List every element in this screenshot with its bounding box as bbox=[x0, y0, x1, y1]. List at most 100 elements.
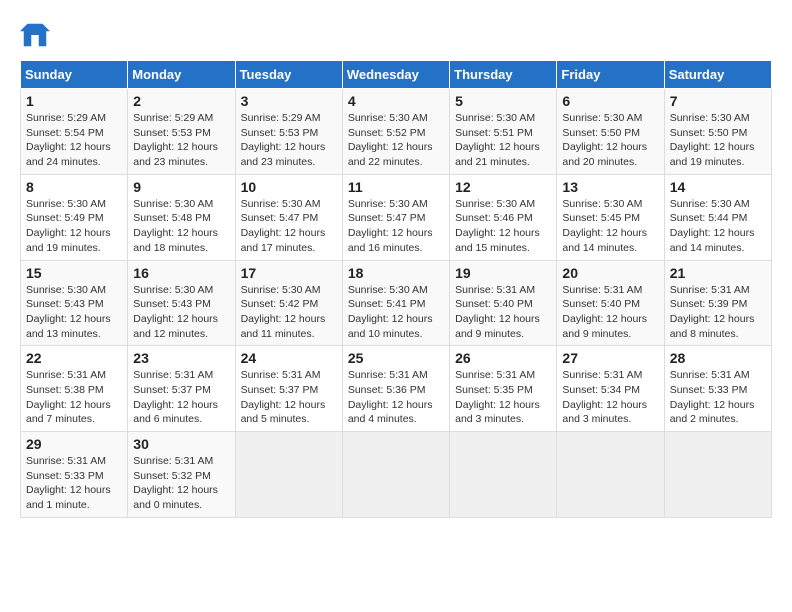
day-info: Sunrise: 5:30 AM Sunset: 5:51 PM Dayligh… bbox=[455, 111, 551, 170]
day-number: 17 bbox=[241, 265, 337, 281]
day-number: 19 bbox=[455, 265, 551, 281]
day-info: Sunrise: 5:31 AM Sunset: 5:37 PM Dayligh… bbox=[241, 368, 337, 427]
calendar-day-cell: 25 Sunrise: 5:31 AM Sunset: 5:36 PM Dayli… bbox=[342, 346, 449, 432]
weekday-header-cell: Wednesday bbox=[342, 61, 449, 89]
calendar-day-cell: 17 Sunrise: 5:30 AM Sunset: 5:42 PM Dayli… bbox=[235, 260, 342, 346]
calendar-day-cell: 28 Sunrise: 5:31 AM Sunset: 5:33 PM Dayli… bbox=[664, 346, 771, 432]
calendar-day-cell: 16 Sunrise: 5:30 AM Sunset: 5:43 PM Dayli… bbox=[128, 260, 235, 346]
calendar-day-cell: 3 Sunrise: 5:29 AM Sunset: 5:53 PM Daylig… bbox=[235, 89, 342, 175]
calendar-day-cell: 26 Sunrise: 5:31 AM Sunset: 5:35 PM Dayli… bbox=[450, 346, 557, 432]
calendar-day-cell: 21 Sunrise: 5:31 AM Sunset: 5:39 PM Dayli… bbox=[664, 260, 771, 346]
calendar-table: SundayMondayTuesdayWednesdayThursdayFrid… bbox=[20, 60, 772, 518]
calendar-day-cell: 4 Sunrise: 5:30 AM Sunset: 5:52 PM Daylig… bbox=[342, 89, 449, 175]
day-info: Sunrise: 5:31 AM Sunset: 5:36 PM Dayligh… bbox=[348, 368, 444, 427]
weekday-header-cell: Sunday bbox=[21, 61, 128, 89]
day-number: 30 bbox=[133, 436, 229, 452]
day-info: Sunrise: 5:31 AM Sunset: 5:37 PM Dayligh… bbox=[133, 368, 229, 427]
calendar-day-cell: 27 Sunrise: 5:31 AM Sunset: 5:34 PM Dayli… bbox=[557, 346, 664, 432]
day-info: Sunrise: 5:31 AM Sunset: 5:34 PM Dayligh… bbox=[562, 368, 658, 427]
day-number: 23 bbox=[133, 350, 229, 366]
calendar-day-cell bbox=[450, 432, 557, 518]
calendar-day-cell: 11 Sunrise: 5:30 AM Sunset: 5:47 PM Dayli… bbox=[342, 174, 449, 260]
day-info: Sunrise: 5:30 AM Sunset: 5:43 PM Dayligh… bbox=[26, 283, 122, 342]
day-number: 14 bbox=[670, 179, 766, 195]
day-info: Sunrise: 5:30 AM Sunset: 5:41 PM Dayligh… bbox=[348, 283, 444, 342]
day-info: Sunrise: 5:30 AM Sunset: 5:42 PM Dayligh… bbox=[241, 283, 337, 342]
day-number: 3 bbox=[241, 93, 337, 109]
day-number: 11 bbox=[348, 179, 444, 195]
calendar-week-row: 22 Sunrise: 5:31 AM Sunset: 5:38 PM Dayli… bbox=[21, 346, 772, 432]
calendar-day-cell: 8 Sunrise: 5:30 AM Sunset: 5:49 PM Daylig… bbox=[21, 174, 128, 260]
calendar-day-cell: 24 Sunrise: 5:31 AM Sunset: 5:37 PM Dayli… bbox=[235, 346, 342, 432]
day-info: Sunrise: 5:31 AM Sunset: 5:40 PM Dayligh… bbox=[455, 283, 551, 342]
day-number: 22 bbox=[26, 350, 122, 366]
day-info: Sunrise: 5:31 AM Sunset: 5:38 PM Dayligh… bbox=[26, 368, 122, 427]
logo-icon bbox=[20, 20, 50, 50]
day-number: 16 bbox=[133, 265, 229, 281]
weekday-header-cell: Thursday bbox=[450, 61, 557, 89]
day-number: 29 bbox=[26, 436, 122, 452]
day-info: Sunrise: 5:31 AM Sunset: 5:32 PM Dayligh… bbox=[133, 454, 229, 513]
calendar-day-cell: 13 Sunrise: 5:30 AM Sunset: 5:45 PM Dayli… bbox=[557, 174, 664, 260]
calendar-day-cell: 5 Sunrise: 5:30 AM Sunset: 5:51 PM Daylig… bbox=[450, 89, 557, 175]
day-number: 27 bbox=[562, 350, 658, 366]
day-number: 24 bbox=[241, 350, 337, 366]
calendar-day-cell bbox=[342, 432, 449, 518]
day-info: Sunrise: 5:31 AM Sunset: 5:39 PM Dayligh… bbox=[670, 283, 766, 342]
weekday-header-cell: Friday bbox=[557, 61, 664, 89]
day-info: Sunrise: 5:30 AM Sunset: 5:50 PM Dayligh… bbox=[670, 111, 766, 170]
calendar-day-cell: 23 Sunrise: 5:31 AM Sunset: 5:37 PM Dayli… bbox=[128, 346, 235, 432]
day-info: Sunrise: 5:30 AM Sunset: 5:46 PM Dayligh… bbox=[455, 197, 551, 256]
day-number: 13 bbox=[562, 179, 658, 195]
day-number: 26 bbox=[455, 350, 551, 366]
calendar-day-cell: 14 Sunrise: 5:30 AM Sunset: 5:44 PM Dayli… bbox=[664, 174, 771, 260]
day-number: 21 bbox=[670, 265, 766, 281]
day-number: 5 bbox=[455, 93, 551, 109]
day-number: 28 bbox=[670, 350, 766, 366]
calendar-day-cell: 15 Sunrise: 5:30 AM Sunset: 5:43 PM Dayli… bbox=[21, 260, 128, 346]
calendar-day-cell: 20 Sunrise: 5:31 AM Sunset: 5:40 PM Dayli… bbox=[557, 260, 664, 346]
logo bbox=[20, 20, 54, 50]
day-info: Sunrise: 5:30 AM Sunset: 5:47 PM Dayligh… bbox=[348, 197, 444, 256]
day-info: Sunrise: 5:29 AM Sunset: 5:53 PM Dayligh… bbox=[241, 111, 337, 170]
day-info: Sunrise: 5:30 AM Sunset: 5:47 PM Dayligh… bbox=[241, 197, 337, 256]
weekday-header-cell: Tuesday bbox=[235, 61, 342, 89]
weekday-header-row: SundayMondayTuesdayWednesdayThursdayFrid… bbox=[21, 61, 772, 89]
day-info: Sunrise: 5:30 AM Sunset: 5:48 PM Dayligh… bbox=[133, 197, 229, 256]
day-number: 20 bbox=[562, 265, 658, 281]
day-info: Sunrise: 5:31 AM Sunset: 5:33 PM Dayligh… bbox=[670, 368, 766, 427]
day-info: Sunrise: 5:31 AM Sunset: 5:33 PM Dayligh… bbox=[26, 454, 122, 513]
weekday-header-cell: Monday bbox=[128, 61, 235, 89]
calendar-day-cell: 29 Sunrise: 5:31 AM Sunset: 5:33 PM Dayli… bbox=[21, 432, 128, 518]
day-info: Sunrise: 5:30 AM Sunset: 5:43 PM Dayligh… bbox=[133, 283, 229, 342]
calendar-day-cell: 6 Sunrise: 5:30 AM Sunset: 5:50 PM Daylig… bbox=[557, 89, 664, 175]
calendar-day-cell bbox=[235, 432, 342, 518]
page-header bbox=[20, 20, 772, 50]
day-info: Sunrise: 5:31 AM Sunset: 5:35 PM Dayligh… bbox=[455, 368, 551, 427]
day-info: Sunrise: 5:30 AM Sunset: 5:49 PM Dayligh… bbox=[26, 197, 122, 256]
day-number: 15 bbox=[26, 265, 122, 281]
day-info: Sunrise: 5:31 AM Sunset: 5:40 PM Dayligh… bbox=[562, 283, 658, 342]
calendar-day-cell: 30 Sunrise: 5:31 AM Sunset: 5:32 PM Dayli… bbox=[128, 432, 235, 518]
calendar-week-row: 15 Sunrise: 5:30 AM Sunset: 5:43 PM Dayli… bbox=[21, 260, 772, 346]
day-info: Sunrise: 5:30 AM Sunset: 5:45 PM Dayligh… bbox=[562, 197, 658, 256]
calendar-day-cell bbox=[664, 432, 771, 518]
day-info: Sunrise: 5:30 AM Sunset: 5:52 PM Dayligh… bbox=[348, 111, 444, 170]
calendar-day-cell bbox=[557, 432, 664, 518]
day-number: 4 bbox=[348, 93, 444, 109]
day-info: Sunrise: 5:29 AM Sunset: 5:53 PM Dayligh… bbox=[133, 111, 229, 170]
day-number: 18 bbox=[348, 265, 444, 281]
calendar-week-row: 29 Sunrise: 5:31 AM Sunset: 5:33 PM Dayli… bbox=[21, 432, 772, 518]
day-number: 9 bbox=[133, 179, 229, 195]
day-info: Sunrise: 5:30 AM Sunset: 5:50 PM Dayligh… bbox=[562, 111, 658, 170]
calendar-day-cell: 9 Sunrise: 5:30 AM Sunset: 5:48 PM Daylig… bbox=[128, 174, 235, 260]
calendar-day-cell: 2 Sunrise: 5:29 AM Sunset: 5:53 PM Daylig… bbox=[128, 89, 235, 175]
day-number: 6 bbox=[562, 93, 658, 109]
day-number: 25 bbox=[348, 350, 444, 366]
day-number: 1 bbox=[26, 93, 122, 109]
day-info: Sunrise: 5:30 AM Sunset: 5:44 PM Dayligh… bbox=[670, 197, 766, 256]
weekday-header-cell: Saturday bbox=[664, 61, 771, 89]
day-number: 2 bbox=[133, 93, 229, 109]
calendar-day-cell: 12Sunrise: 5:30 AM Sunset: 5:46 PM Dayli… bbox=[450, 174, 557, 260]
day-number: 8 bbox=[26, 179, 122, 195]
